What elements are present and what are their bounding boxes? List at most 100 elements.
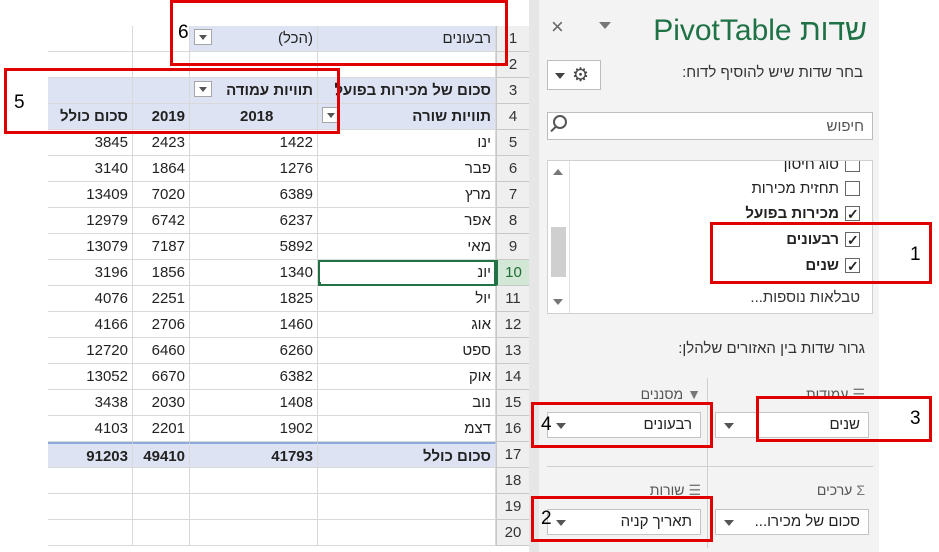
value-2018-cell[interactable]: 5892	[190, 234, 318, 260]
cell-B18[interactable]	[190, 468, 318, 494]
total-cell[interactable]: 3438	[48, 390, 133, 416]
total-cell[interactable]: 4166	[48, 312, 133, 338]
cell-D18[interactable]	[48, 468, 133, 494]
panel-divider[interactable]	[529, 0, 539, 552]
grand-total-label[interactable]: סכום כולל	[318, 442, 496, 468]
row-header-16[interactable]: 16	[496, 416, 529, 442]
total-cell[interactable]: 13409	[48, 182, 133, 208]
value-2019-cell[interactable]: 2030	[133, 390, 190, 416]
value-2019-cell[interactable]: 2251	[133, 286, 190, 312]
total-cell[interactable]: 13079	[48, 234, 133, 260]
value-2018-cell[interactable]: 1408	[190, 390, 318, 416]
row-header-4[interactable]: 4	[496, 104, 529, 130]
value-2019-cell[interactable]: 6460	[133, 338, 190, 364]
values-area-item[interactable]: סכום של מכירו...	[715, 509, 869, 535]
month-cell[interactable]: יול	[318, 286, 496, 312]
grand-total-2018[interactable]: 41793	[190, 442, 318, 468]
cell-D19[interactable]	[48, 494, 133, 520]
row-header-3[interactable]: 3	[496, 78, 529, 104]
total-cell[interactable]: 3196	[48, 260, 133, 286]
row-header-14[interactable]: 14	[496, 364, 529, 390]
field-checkbox[interactable]	[845, 161, 860, 172]
value-2019-cell[interactable]: 6742	[133, 208, 190, 234]
close-icon[interactable]: ×	[551, 14, 564, 40]
value-2018-cell[interactable]: 1902	[190, 416, 318, 442]
month-cell[interactable]: מרץ	[318, 182, 496, 208]
value-2019-cell[interactable]: 1856	[133, 260, 190, 286]
value-2019-cell[interactable]: 2706	[133, 312, 190, 338]
total-cell[interactable]: 4103	[48, 416, 133, 442]
field-item-vaccine-type[interactable]: סוג חיסון	[784, 161, 860, 178]
grand-total-cell[interactable]: 91203	[48, 442, 133, 468]
row-header-12[interactable]: 12	[496, 312, 529, 338]
field-item-sales-forecast[interactable]: תחזית מכירות	[751, 178, 860, 202]
total-cell[interactable]: 12979	[48, 208, 133, 234]
month-cell[interactable]: נוב	[318, 390, 496, 416]
grand-total-2019[interactable]: 49410	[133, 442, 190, 468]
field-list-scrollbar[interactable]	[548, 161, 570, 313]
cell-A19[interactable]	[318, 494, 496, 520]
cell-C18[interactable]	[133, 468, 190, 494]
month-cell[interactable]: ספט	[318, 338, 496, 364]
row-header-11[interactable]: 11	[496, 286, 529, 312]
value-2019-cell[interactable]: 2201	[133, 416, 190, 442]
cell-C20[interactable]	[133, 520, 190, 546]
row-header-18[interactable]: 18	[496, 468, 529, 494]
value-2018-cell[interactable]: 1340	[190, 260, 318, 286]
month-cell[interactable]: דצמ	[318, 416, 496, 442]
value-2018-cell[interactable]: 6237	[190, 208, 318, 234]
row-header-5[interactable]: 5	[496, 130, 529, 156]
row-header-13[interactable]: 13	[496, 338, 529, 364]
row-header-9[interactable]: 9	[496, 234, 529, 260]
chevron-down-icon[interactable]	[724, 423, 734, 429]
value-2018-cell[interactable]: 1276	[190, 156, 318, 182]
value-2019-cell[interactable]: 1864	[133, 156, 190, 182]
row-header-6[interactable]: 6	[496, 156, 529, 182]
total-cell[interactable]: 4076	[48, 286, 133, 312]
value-2018-cell[interactable]: 6389	[190, 182, 318, 208]
field-checkbox-checked[interactable]	[845, 203, 860, 225]
row-header-8[interactable]: 8	[496, 208, 529, 234]
row-header-10[interactable]: 10	[496, 260, 529, 286]
more-tables-link[interactable]: טבלאות נוספות...	[750, 289, 860, 306]
cell-D20[interactable]	[48, 520, 133, 546]
total-cell[interactable]: 3140	[48, 156, 133, 182]
cell-C19[interactable]	[133, 494, 190, 520]
value-2018-cell[interactable]: 6382	[190, 364, 318, 390]
month-cell[interactable]: אוק	[318, 364, 496, 390]
value-2019-cell[interactable]: 6670	[133, 364, 190, 390]
cell-B19[interactable]	[190, 494, 318, 520]
scroll-up-icon[interactable]	[553, 169, 563, 175]
selected-month-cell[interactable]: יונ	[318, 260, 496, 286]
field-list-settings-button[interactable]: ⚙	[547, 60, 601, 90]
cell-A20[interactable]	[318, 520, 496, 546]
row-header-17[interactable]: 17	[496, 442, 529, 468]
value-2019-cell[interactable]: 7020	[133, 182, 190, 208]
row-header-20[interactable]: 20	[496, 520, 529, 546]
panel-options-chevron-icon[interactable]	[599, 22, 611, 29]
row-header-7[interactable]: 7	[496, 182, 529, 208]
chevron-down-icon[interactable]	[724, 520, 734, 526]
field-checkbox[interactable]	[845, 180, 860, 196]
values-title-cell[interactable]: סכום של מכירות בפועל	[318, 78, 496, 104]
field-search-input[interactable]: חיפוש	[547, 112, 873, 140]
scroll-down-icon[interactable]	[553, 299, 563, 305]
total-cell[interactable]: 13052	[48, 364, 133, 390]
month-cell[interactable]: אוג	[318, 312, 496, 338]
value-2018-cell[interactable]: 1460	[190, 312, 318, 338]
row-header-15[interactable]: 15	[496, 390, 529, 416]
month-cell[interactable]: אפר	[318, 208, 496, 234]
row-labels-cell[interactable]: תוויות שורה	[318, 104, 496, 130]
value-2018-cell[interactable]: 6260	[190, 338, 318, 364]
scroll-thumb[interactable]	[551, 227, 566, 277]
row-header-19[interactable]: 19	[496, 494, 529, 520]
month-cell[interactable]: מאי	[318, 234, 496, 260]
total-cell[interactable]: 12720	[48, 338, 133, 364]
value-2019-cell[interactable]: 7187	[133, 234, 190, 260]
cell-D1[interactable]	[48, 26, 133, 52]
month-cell[interactable]: פבר	[318, 156, 496, 182]
cell-A18[interactable]	[318, 468, 496, 494]
month-cell[interactable]: ינו	[318, 130, 496, 156]
cell-B20[interactable]	[190, 520, 318, 546]
value-2018-cell[interactable]: 1825	[190, 286, 318, 312]
